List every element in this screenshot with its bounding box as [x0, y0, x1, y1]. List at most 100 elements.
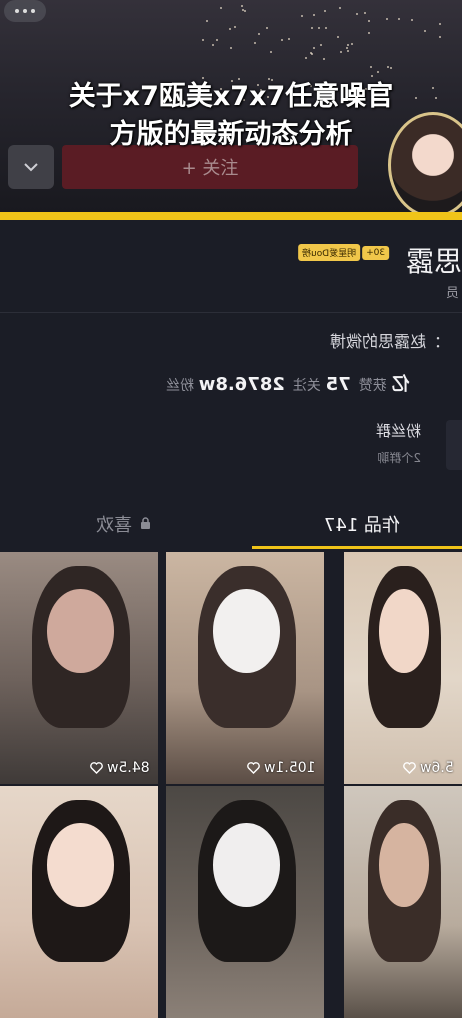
stat-following[interactable]: 75 关注: [293, 374, 351, 395]
sparkle-decoration: [300, 15, 303, 18]
sparkle-decoration: [304, 57, 307, 60]
fans-group-card[interactable]: 粉丝群 2个群聊: [376, 420, 421, 466]
divider: [0, 312, 462, 313]
thumbnail-face: [47, 823, 114, 907]
sparkle-decoration: [370, 66, 373, 69]
stat-followers[interactable]: 2876.8w 粉丝: [166, 374, 285, 395]
profile-signature: ：赵露思的微博: [330, 332, 443, 351]
like-count-text: 84.5w: [107, 760, 150, 776]
thumbnail-face: [379, 823, 429, 907]
sparkle-decoration: [385, 17, 388, 20]
sparkle-decoration: [287, 38, 290, 41]
sparkle-decoration: [367, 20, 370, 22]
sparkle-decoration: [397, 17, 400, 20]
sparkle-decoration: [347, 44, 350, 47]
sparkle-decoration: [216, 38, 219, 41]
sparkle-decoration: [364, 12, 367, 15]
sparkle-decoration: [211, 44, 214, 47]
sparkle-decoration: [312, 46, 315, 49]
thumbnail-face: [379, 589, 429, 673]
video-like-count: 105.1w: [247, 760, 316, 776]
fans-group-subtitle: 2个群聊: [377, 451, 422, 465]
profile-sub-label: 员: [446, 286, 460, 301]
sparkle-decoration: [253, 42, 256, 45]
accent-divider: [0, 212, 462, 220]
tab-active-indicator: [252, 546, 462, 549]
sparkle-decoration: [244, 9, 247, 12]
sparkle-decoration: [266, 27, 268, 30]
sparkle-decoration: [322, 58, 325, 61]
sparkle-decoration: [234, 26, 236, 29]
sparkle-decoration: [257, 33, 260, 36]
heart-icon: [90, 762, 104, 774]
fans-group-arrow-icon[interactable]: [446, 420, 462, 470]
sparkle-decoration: [350, 43, 353, 46]
sparkle-decoration: [324, 27, 327, 30]
following-value: 75: [325, 374, 351, 395]
sparkle-decoration: [376, 71, 379, 74]
tab-works[interactable]: 作品 147: [262, 500, 462, 548]
video-thumbnail[interactable]: [166, 786, 324, 1018]
level-badge: 30+: [362, 245, 390, 260]
sparkle-decoration: [438, 35, 441, 38]
followers-value: 2876.8w: [198, 374, 285, 395]
sparkle-decoration: [241, 5, 244, 8]
tab-likes-label: 喜欢: [95, 515, 132, 536]
followers-label: 粉丝: [166, 378, 194, 394]
sparkle-decoration: [410, 18, 413, 21]
sparkle-decoration: [311, 27, 314, 30]
heart-icon: [247, 762, 261, 774]
video-like-count: 84.5w: [90, 760, 150, 776]
video-thumbnail[interactable]: 5.6w: [344, 552, 462, 784]
sparkle-decoration: [340, 51, 343, 54]
like-count-text: 105.1w: [264, 760, 316, 776]
video-thumbnail[interactable]: 84.5w: [0, 552, 158, 784]
headline-line-1: 关于x7瓯美x7x7任意噪官: [68, 81, 394, 112]
sparkle-decoration: [336, 36, 339, 39]
thumbnail-face: [213, 589, 280, 673]
sparkle-decoration: [323, 9, 326, 12]
sparkle-decoration: [346, 46, 349, 49]
sparkle-decoration: [338, 7, 341, 10]
fans-group-title: 粉丝群: [376, 422, 422, 440]
profile-badges: 30+ 明星爱Dou榜: [298, 244, 390, 261]
headline-overlay: 关于x7瓯美x7x7任意噪官 方版的最新动态分析: [0, 78, 462, 154]
like-count-text: 5.6w: [420, 760, 454, 776]
sparkle-decoration: [228, 28, 231, 31]
likes-value: 亿: [391, 374, 410, 395]
following-label: 关注: [292, 378, 321, 394]
thumbnail-face: [47, 589, 114, 673]
lock-icon: [140, 514, 151, 535]
video-like-count: 5.6w: [403, 760, 454, 776]
video-thumbnail[interactable]: [0, 786, 158, 1018]
sparkle-decoration: [424, 30, 427, 33]
sparkle-decoration: [367, 31, 370, 34]
ranking-badge[interactable]: 明星爱Dou榜: [298, 244, 361, 261]
sparkle-decoration: [438, 22, 441, 25]
sparkle-decoration: [201, 39, 204, 42]
sparkle-decoration: [389, 67, 392, 70]
thumbnail-face: [213, 823, 280, 907]
sparkle-decoration: [242, 8, 245, 11]
sparkle-decoration: [309, 52, 312, 55]
likes-label: 获赞: [358, 378, 387, 394]
video-thumbnail[interactable]: [344, 786, 462, 1018]
more-dots-icon[interactable]: [4, 0, 46, 22]
sparkle-decoration: [319, 44, 322, 47]
sparkle-decoration: [371, 75, 374, 78]
tab-likes[interactable]: 喜欢: [48, 500, 198, 548]
profile-name: 思露: [405, 245, 462, 278]
sparkle-decoration: [346, 49, 349, 52]
sparkle-decoration: [280, 38, 283, 41]
sparkle-decoration: [386, 65, 389, 68]
video-thumbnail[interactable]: 105.1w: [166, 552, 324, 784]
sparkle-decoration: [312, 13, 315, 16]
headline-line-2: 方版的最新动态分析: [109, 119, 353, 150]
profile-stats: 亿 获赞 75 关注 2876.8w 粉丝: [166, 370, 410, 396]
sparkle-decoration: [269, 51, 272, 54]
sparkle-decoration: [230, 47, 233, 50]
stat-likes[interactable]: 亿 获赞: [359, 370, 410, 396]
sparkle-decoration: [317, 27, 320, 30]
sparkle-decoration: [220, 6, 223, 9]
sparkle-decoration: [356, 13, 358, 16]
